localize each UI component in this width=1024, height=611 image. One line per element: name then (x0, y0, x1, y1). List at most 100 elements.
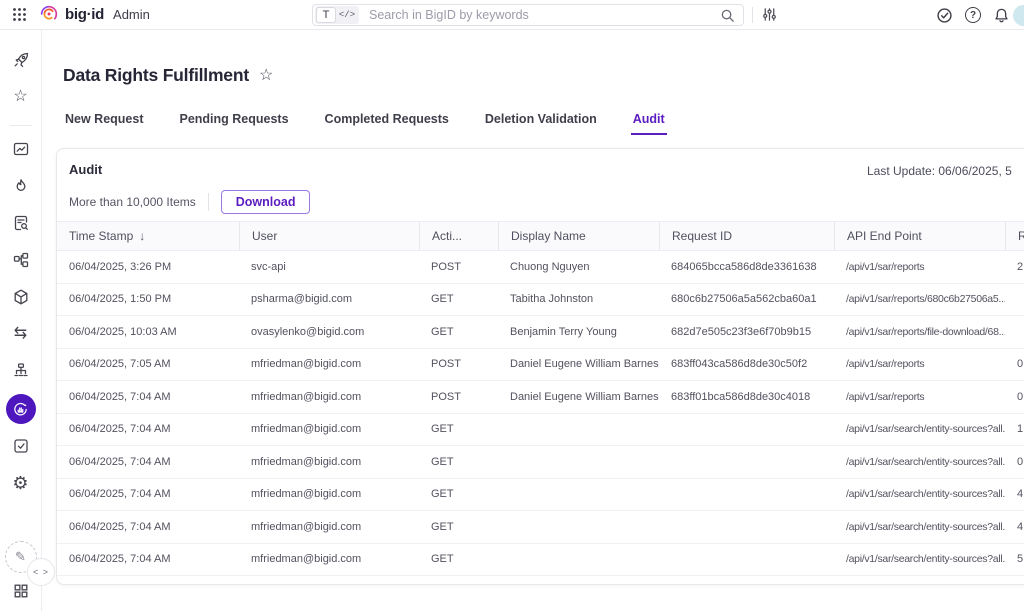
cell-display-name: Daniel Eugene William Barnes (498, 391, 659, 403)
brand[interactable]: big·id Admin (38, 3, 150, 25)
cell-user: mfriedman@bigid.com (239, 358, 419, 370)
sidebar-divider (10, 125, 32, 126)
cell-time-stamp: 06/04/2025, 7:04 AM (57, 423, 239, 435)
cell-request-id: 684065bcca586d8de3361638 (659, 261, 834, 273)
cell-user: mfriedman@bigid.com (239, 456, 419, 468)
cell-action: GET (419, 553, 498, 565)
search-icon[interactable] (720, 8, 735, 23)
tab-bar: New Request Pending Requests Completed R… (63, 112, 1024, 135)
last-update-label: Last Update: 06/06/2025, 5 (867, 164, 1012, 178)
cell-user: svc-api (239, 261, 419, 273)
transfer-arrows-icon[interactable]: ⇆ (12, 325, 30, 343)
global-search-input[interactable]: T </> Search in BigID by keywords (312, 4, 744, 26)
apps-grid-icon[interactable] (13, 583, 29, 599)
tab[interactable]: Audit (631, 112, 667, 135)
cell-extra: 5 (1005, 553, 1024, 565)
column-header[interactable]: Time Stamp↓ (57, 222, 239, 250)
audit-table: Time Stamp↓ User Acti... Display Name (57, 221, 1024, 585)
cell-time-stamp: 06/04/2025, 10:03 AM (57, 326, 239, 338)
help-icon[interactable]: ? (965, 7, 981, 23)
sidebar-item-privacy-active[interactable] (6, 394, 36, 424)
favorite-star-icon[interactable]: ☆ (259, 65, 273, 85)
cell-request-id: 683ff01bca586d8de30c4018 (659, 391, 834, 403)
hierarchy-icon[interactable] (12, 362, 30, 380)
table-row[interactable]: 06/04/2025, 7:04 AM mfriedman@bigid.com … (57, 479, 1024, 512)
cell-user: mfriedman@bigid.com (239, 521, 419, 533)
cell-user: mfriedman@bigid.com (239, 391, 419, 403)
cell-extra: 2 (1005, 261, 1024, 273)
check-circle-icon[interactable] (936, 7, 953, 24)
cell-action: POST (419, 358, 498, 370)
brand-suffix: Admin (113, 7, 150, 22)
cell-api-endpoint: /api/v1/sar/search/entity-sources?all... (834, 521, 1005, 533)
activity-flame-icon[interactable] (12, 177, 30, 195)
tab[interactable]: Completed Requests (323, 112, 451, 135)
column-header[interactable]: Display Name (498, 222, 659, 250)
table-row[interactable]: 06/04/2025, 7:04 AM mfriedman@bigid.com … (57, 544, 1024, 577)
table-row[interactable]: 06/04/2025, 7:04 AM mfriedman@bigid.com … (57, 511, 1024, 544)
cell-action: POST (419, 261, 498, 273)
cell-user: mfriedman@bigid.com (239, 553, 419, 565)
cell-time-stamp: 06/04/2025, 7:04 AM (57, 391, 239, 403)
cell-time-stamp: 06/04/2025, 7:04 AM (57, 488, 239, 500)
column-header[interactable]: Request ID (659, 222, 834, 250)
cell-extra: 0 (1005, 391, 1024, 403)
tasks-checkbox-icon[interactable] (12, 437, 30, 455)
cell-display-name: Benjamin Terry Young (498, 326, 659, 338)
cell-time-stamp: 06/04/2025, 3:26 PM (57, 261, 239, 273)
classification-icon[interactable] (12, 251, 30, 269)
column-header[interactable]: Acti... (419, 222, 498, 250)
top-bar: big·id Admin T </> Search in BigID by ke… (0, 0, 1024, 30)
audit-card: Audit Last Update: 06/06/2025, 5 More th… (56, 148, 1024, 585)
cell-action: GET (419, 488, 498, 500)
column-header[interactable]: API End Point (834, 222, 1005, 250)
cell-api-endpoint: /api/v1/sar/search/entity-sources?all... (834, 423, 1005, 435)
waffle-menu-icon[interactable] (12, 7, 27, 22)
cell-time-stamp: 06/04/2025, 1:50 PM (57, 293, 239, 305)
column-header[interactable]: R (1005, 222, 1024, 250)
table-row[interactable]: 06/04/2025, 7:04 AM mfriedman@bigid.com … (57, 381, 1024, 414)
tab[interactable]: New Request (63, 112, 146, 135)
cell-action: GET (419, 456, 498, 468)
cell-action: GET (419, 326, 498, 338)
bigid-logo-icon (38, 3, 60, 25)
table-row[interactable]: 06/04/2025, 1:50 PM psharma@bigid.com GE… (57, 284, 1024, 317)
getting-started-rocket-icon[interactable] (12, 51, 30, 69)
cell-request-id: 680c6b27506a5a562cba60a1 (659, 293, 834, 305)
reports-icon[interactable] (12, 214, 30, 232)
cell-time-stamp: 06/04/2025, 7:04 AM (57, 553, 239, 565)
cell-user: psharma@bigid.com (239, 293, 419, 305)
page-title: Data Rights Fulfillment (63, 65, 249, 86)
cell-time-stamp: 06/04/2025, 7:04 AM (57, 456, 239, 468)
sort-descending-icon: ↓ (139, 229, 145, 243)
items-count-label: More than 10,000 Items (69, 195, 196, 209)
cell-api-endpoint: /api/v1/sar/search/entity-sources?all... (834, 456, 1005, 468)
query-mode-toggle[interactable]: </> (336, 7, 358, 23)
text-mode-toggle[interactable]: T (316, 7, 336, 23)
favorites-star-icon[interactable]: ☆ (12, 88, 30, 106)
cell-api-endpoint: /api/v1/sar/search/entity-sources?all... (834, 553, 1005, 565)
data-catalog-cube-icon[interactable] (12, 288, 30, 306)
table-row[interactable]: 06/04/2025, 7:05 AM mfriedman@bigid.com … (57, 349, 1024, 382)
table-row[interactable]: 06/04/2025, 7:04 AM mfriedman@bigid.com … (57, 446, 1024, 479)
table-row[interactable]: 06/04/2025, 7:04 AM mfriedman@bigid.com … (57, 576, 1024, 585)
notifications-bell-icon[interactable] (993, 7, 1010, 24)
tab[interactable]: Deletion Validation (483, 112, 599, 135)
table-body: 06/04/2025, 3:26 PM svc-api POST Chuong … (57, 251, 1024, 585)
download-button[interactable]: Download (221, 190, 311, 214)
search-settings-icon[interactable] (761, 6, 778, 23)
user-avatar[interactable] (1013, 5, 1024, 26)
search-placeholder: Search in BigID by keywords (369, 8, 720, 22)
settings-gear-icon[interactable]: ⚙ (12, 474, 30, 492)
subrow-divider (208, 193, 209, 211)
cell-user: ovasylenko@bigid.com (239, 326, 419, 338)
column-header[interactable]: User (239, 222, 419, 250)
table-row[interactable]: 06/04/2025, 7:04 AM mfriedman@bigid.com … (57, 414, 1024, 447)
cell-extra: 1 (1005, 423, 1024, 435)
tab[interactable]: Pending Requests (178, 112, 291, 135)
table-header-row: Time Stamp↓ User Acti... Display Name (57, 221, 1024, 251)
table-row[interactable]: 06/04/2025, 3:26 PM svc-api POST Chuong … (57, 251, 1024, 284)
sidebar-collapse-toggle[interactable]: < > (27, 558, 55, 586)
dashboard-icon[interactable] (12, 140, 30, 158)
table-row[interactable]: 06/04/2025, 10:03 AM ovasylenko@bigid.co… (57, 316, 1024, 349)
